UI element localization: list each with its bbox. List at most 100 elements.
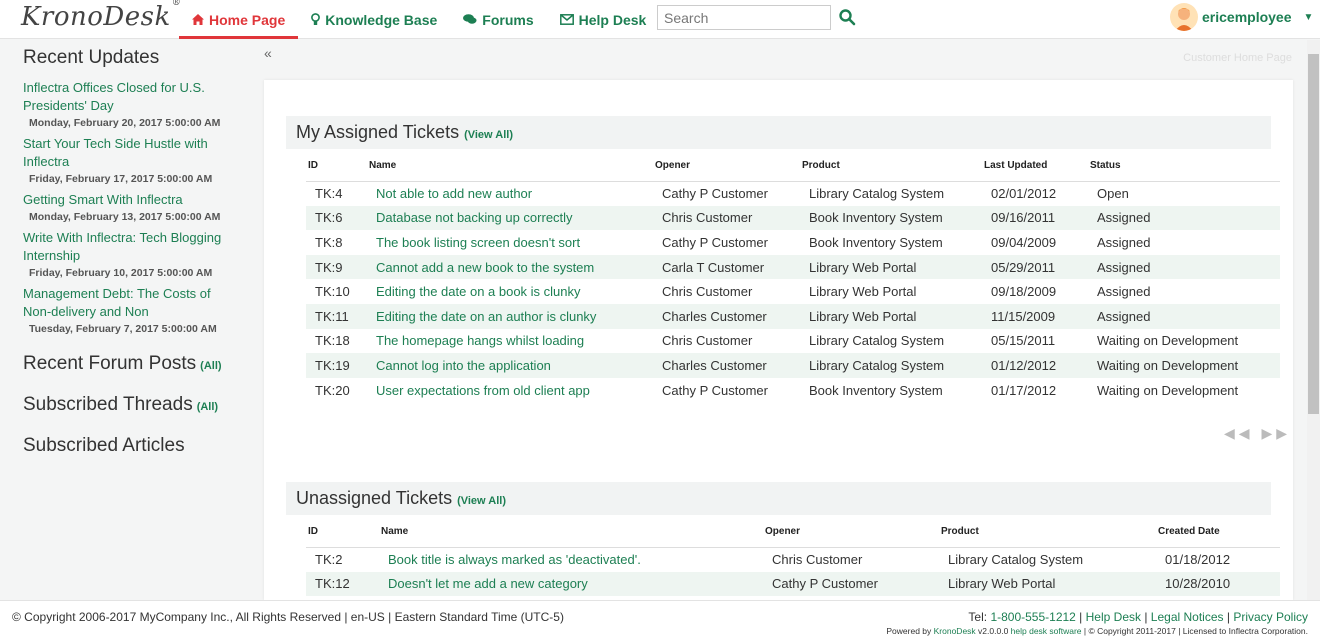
table-row[interactable]: TK:11 Editing the date on an author is cl… (306, 303, 1280, 329)
table-row[interactable]: TK:2 Book title is always marked as 'deac… (306, 547, 1280, 572)
table-cell: Charles Customer (653, 303, 800, 329)
unassigned-header-row: ID Name Opener Product Created Date (306, 517, 1280, 548)
table-row[interactable]: TK:19 Cannot log into the application Char… (306, 353, 1280, 378)
powered-suffix: | © Copyright 2011-2017 | Licensed to In… (1081, 626, 1308, 636)
ticket-name-link[interactable]: Cannot log into the application (367, 353, 653, 378)
ticket-name-link[interactable]: Not able to add new author (367, 181, 653, 206)
col-status[interactable]: Status (1088, 151, 1280, 182)
table-cell: TK:19 (306, 353, 367, 378)
table-cell: Cathy P Customer (662, 186, 768, 202)
help-desk-link[interactable]: Help Desk (1086, 610, 1141, 624)
table-cell: Chris Customer (653, 205, 800, 231)
ticket-name-link[interactable]: User expectations from old client app (367, 378, 653, 403)
table-row[interactable]: TK:9 Cannot add a new book to the system C… (306, 254, 1280, 280)
update-link[interactable]: Start Your Tech Side Hustle with Inflect… (23, 135, 223, 171)
update-link[interactable]: Write With Inflectra: Tech Blogging Inte… (23, 229, 223, 265)
footer: © Copyright 2006-2017 MyCompany Inc., Al… (0, 600, 1320, 641)
table-cell: 09/16/2011 (982, 205, 1088, 231)
legal-notices-link[interactable]: Legal Notices (1151, 610, 1224, 624)
lightbulb-icon (311, 13, 321, 25)
col-opener[interactable]: Opener (653, 151, 800, 182)
col-opener[interactable]: Opener (763, 517, 939, 548)
nav-home-page[interactable]: Home Page (179, 0, 299, 39)
search-icon[interactable] (838, 8, 856, 26)
unassigned-view-all-link[interactable]: (View All) (457, 495, 506, 507)
col-product[interactable]: Product (800, 151, 982, 182)
table-cell: Chris Customer (662, 333, 753, 349)
update-link[interactable]: Getting Smart With Inflectra (23, 191, 223, 209)
table-cell: Library Web Portal (809, 284, 917, 300)
forum-posts-title: Recent Forum Posts (23, 353, 197, 374)
col-name[interactable]: Name (367, 151, 653, 182)
logo-text: KronoDesk (21, 2, 171, 32)
table-cell: Cathy P Customer (763, 571, 939, 597)
ticket-name-link[interactable]: Cannot add a new book to the system (367, 254, 653, 280)
table-row[interactable]: TK:8 The book listing screen doesn't sort… (306, 230, 1280, 255)
table-row[interactable]: TK:6 Database not backing up correctly Chr… (306, 205, 1280, 231)
collapse-sidebar-icon[interactable]: « (264, 45, 272, 61)
table-row[interactable]: TK:4 Not able to add new author Cathy P Cu… (306, 181, 1280, 206)
table-cell: Book Inventory System (809, 234, 943, 250)
table-cell: Chris Customer (662, 284, 753, 300)
table-cell: TK:6 (306, 205, 367, 231)
table-cell: Assigned (1088, 303, 1280, 329)
table-cell: Waiting on Development (1097, 382, 1239, 398)
table-row[interactable]: TK:10 Editing the date on a book is clunk… (306, 279, 1280, 304)
table-cell: TK:12 (306, 571, 379, 597)
col-name[interactable]: Name (379, 517, 763, 548)
top-navbar: KronoDesk® Home Page Knowledge Base Foru… (0, 0, 1320, 39)
table-cell: Library Web Portal (800, 254, 982, 280)
nav-knowledge-label: Knowledge Base (325, 11, 438, 28)
ticket-name-link[interactable]: Book title is always marked as 'deactiva… (379, 547, 763, 572)
col-id[interactable]: ID (306, 151, 367, 182)
kronodesk-logo[interactable]: KronoDesk® (21, 0, 181, 32)
main-panel: My Assigned Tickets (View All) ID Name O… (264, 80, 1293, 600)
col-created-date[interactable]: Created Date (1156, 517, 1280, 548)
ticket-name-link[interactable]: Database not backing up correctly (367, 205, 653, 231)
col-product[interactable]: Product (939, 517, 1156, 548)
nav-knowledge-base[interactable]: Knowledge Base (298, 0, 450, 39)
table-cell: 02/01/2012 (991, 186, 1057, 202)
ticket-name-link[interactable]: Doesn't let me add a new category (379, 571, 763, 597)
table-row[interactable]: TK:20 User expectations from old client a… (306, 378, 1280, 403)
prev-page-icon[interactable]: ◀◀ (1224, 425, 1254, 441)
table-cell: TK:10 (315, 284, 350, 300)
phone-link[interactable]: 1-800-555-1212 (990, 610, 1075, 624)
subscribed-articles-heading: Subscribed Articles (23, 435, 185, 456)
table-row[interactable]: TK:12 Doesn't let me add a new category Ca… (306, 571, 1280, 597)
col-last-updated[interactable]: Last Updated (982, 151, 1088, 182)
help-desk-software-link[interactable]: help desk software (1011, 626, 1082, 636)
ticket-name-link[interactable]: The book listing screen doesn't sort (367, 230, 653, 255)
comments-icon (463, 14, 477, 24)
table-cell: Library Catalog System (948, 552, 1084, 568)
envelope-icon (559, 14, 574, 25)
ticket-name-link[interactable]: Editing the date on a book is clunky (367, 279, 653, 304)
table-cell: TK:18 (315, 333, 350, 349)
forum-posts-all-link[interactable]: (All) (200, 360, 221, 372)
table-cell: Charles Customer (653, 353, 800, 378)
nav-help-desk[interactable]: Help Desk (547, 0, 660, 39)
table-cell: 09/04/2009 (991, 234, 1057, 250)
table-cell: Waiting on Development (1097, 333, 1239, 349)
recent-updates-list: Inflectra Offices Closed for U.S. Presid… (0, 79, 262, 335)
update-date: Tuesday, February 7, 2017 5:00:00 AM (29, 323, 217, 335)
update-link[interactable]: Management Debt: The Costs of Non-delive… (23, 285, 223, 321)
nav-forums[interactable]: Forums (450, 0, 546, 39)
home-icon (192, 14, 204, 25)
ticket-name-link[interactable]: The homepage hangs whilst loading (367, 329, 653, 354)
update-link[interactable]: Inflectra Offices Closed for U.S. Presid… (23, 79, 223, 115)
privacy-policy-link[interactable]: Privacy Policy (1233, 610, 1308, 624)
next-page-icon[interactable]: ▶▶ (1261, 425, 1291, 441)
footer-copyright: © Copyright 2006-2017 MyCompany Inc., Al… (12, 610, 564, 624)
ticket-name-link[interactable]: Editing the date on an author is clunky (367, 303, 653, 329)
kronodesk-link[interactable]: KronoDesk (934, 626, 976, 636)
nav-forums-label: Forums (482, 11, 534, 28)
user-menu[interactable]: ericemployee ▼ (1170, 3, 1313, 31)
page-scrollbar[interactable] (1307, 40, 1320, 600)
col-id[interactable]: ID (306, 517, 379, 548)
table-row[interactable]: TK:18 The homepage hangs whilst loading Ch… (306, 329, 1280, 354)
subscribed-threads-all-link[interactable]: (All) (197, 401, 218, 413)
assigned-view-all-link[interactable]: (View All) (464, 129, 513, 141)
scrollbar-thumb[interactable] (1308, 54, 1319, 414)
search-input[interactable] (657, 5, 831, 30)
